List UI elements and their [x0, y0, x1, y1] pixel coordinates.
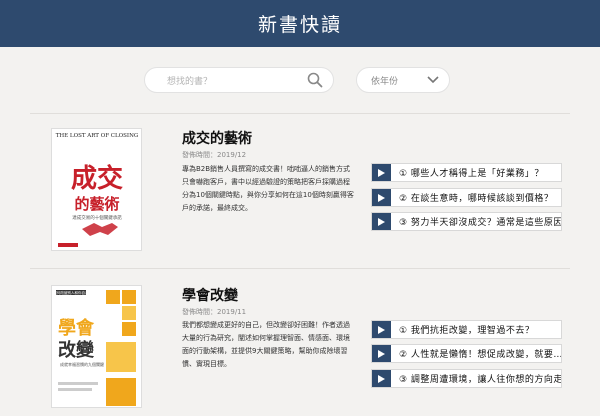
chapter-label: ① 我們抗拒改變，理智過不去？ — [399, 326, 535, 336]
book-description: 我們都想變成更好的自己，但改變卻好困難！作者透過大量的行為研究，闡述如何掌握理智… — [182, 321, 350, 368]
chapter-item[interactable]: ② 人性就是懶惰！想促成改變，就要… — [371, 344, 562, 363]
cover-title-1: 學會 — [58, 317, 95, 339]
book-date: 發佈時間：2019/12 — [182, 151, 247, 159]
chapter-label: ③ 努力半天卻沒成交？通常是這些原因 — [399, 218, 561, 228]
book-cover-art: 如何改變別人和你自己 學會 改變 成就幸福習慣的九個關鍵 — [52, 286, 141, 407]
chapter-label: ② 在談生意時，哪時候該談到價格？ — [399, 194, 554, 204]
play-icon[interactable] — [372, 213, 391, 230]
book-title[interactable]: 學會改變 — [182, 285, 238, 305]
cover-title-2: 改變 — [58, 339, 95, 361]
year-filter-select[interactable]: 依年份 — [356, 67, 450, 93]
divider — [30, 113, 570, 114]
year-filter-value: 依年份 — [371, 76, 399, 87]
book-cover[interactable]: 如何改變別人和你自己 學會 改變 成就幸福習慣的九個關鍵 — [51, 285, 142, 408]
chapter-item[interactable]: ③ 調整周遭環境，讓人往你想的方向走 — [371, 369, 562, 388]
play-icon[interactable] — [372, 345, 391, 362]
page-title: 新書快讀 — [257, 14, 342, 36]
chapter-item[interactable]: ① 哪些人才稱得上是「好業務」？ — [371, 163, 562, 182]
app-header: 新書快讀 — [0, 0, 600, 47]
chapter-item[interactable]: ③ 努力半天卻沒成交？通常是這些原因 — [371, 212, 562, 231]
book-cover[interactable]: THE LOST ART OF CLOSING 成交 的藝術 達成交易的十個關鍵… — [51, 128, 142, 251]
chevron-down-icon — [427, 76, 439, 84]
play-icon[interactable] — [372, 164, 391, 181]
chapter-label: ③ 調整周遭環境，讓人往你想的方向走 — [399, 375, 561, 385]
book-cover-art: THE LOST ART OF CLOSING 成交 的藝術 達成交易的十個關鍵… — [52, 129, 141, 250]
cover-top-text: THE LOST ART OF CLOSING — [56, 133, 139, 139]
cover-title-2: 的藝術 — [74, 195, 119, 213]
book-title[interactable]: 成交的藝術 — [182, 128, 252, 148]
cover-subtitle: 達成交易的十個關鍵承諾 — [72, 214, 122, 221]
chapter-label: ② 人性就是懶惰！想促成改變，就要… — [399, 350, 561, 360]
book-description: 專為B2B銷售人員撰寫的成交書！咄咄逼人的銷售方式只會嚇跑客戶，書中以經過驗證的… — [182, 165, 354, 212]
play-icon[interactable] — [372, 370, 391, 387]
search-icon[interactable] — [307, 72, 323, 88]
cover-title-1: 成交 — [71, 163, 123, 194]
search-input[interactable]: 想找的書？ — [144, 67, 334, 93]
book-date: 發佈時間：2019/11 — [182, 308, 247, 316]
search-placeholder: 想找的書？ — [167, 76, 213, 87]
divider — [30, 268, 570, 269]
cover-top-text: 如何改變別人和你自己 — [54, 290, 89, 295]
cover-subtitle: 成就幸福習慣的九個關鍵 — [60, 361, 104, 367]
chapter-item[interactable]: ② 在談生意時，哪時候該談到價格？ — [371, 188, 562, 207]
chapter-label: ① 哪些人才稱得上是「好業務」？ — [399, 169, 544, 179]
play-icon[interactable] — [372, 189, 391, 206]
chapter-item[interactable]: ① 我們抗拒改變，理智過不去？ — [371, 320, 562, 339]
play-icon[interactable] — [372, 321, 391, 338]
